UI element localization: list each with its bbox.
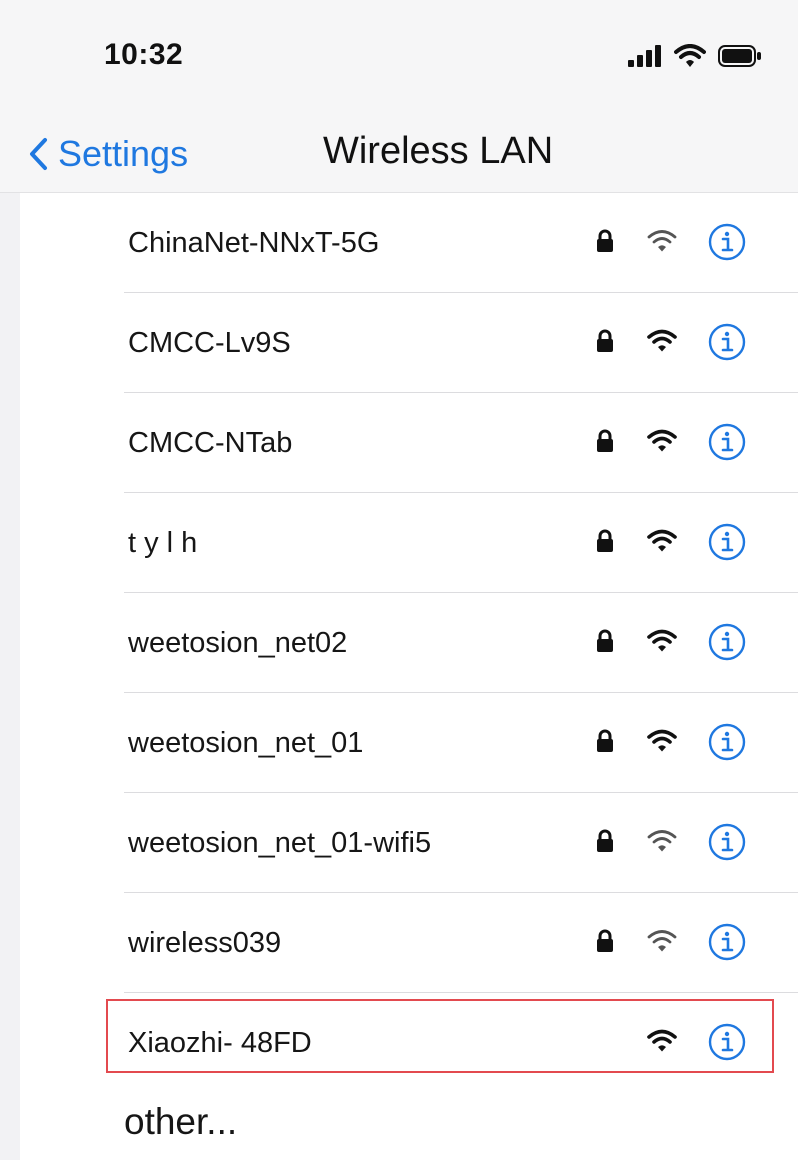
row-divider xyxy=(124,792,798,793)
network-row[interactable]: t y l h xyxy=(20,493,798,593)
network-row[interactable]: weetosion_net02 xyxy=(20,593,798,693)
network-name: Xiaozhi- 48FD xyxy=(128,1027,312,1059)
lock-icon xyxy=(596,329,614,353)
network-row[interactable]: weetosion_net_01-wifi5 xyxy=(20,793,798,893)
wifi-signal-icon xyxy=(647,729,677,753)
other-network-button[interactable]: other... xyxy=(20,1093,798,1160)
wifi-signal-icon xyxy=(647,329,677,353)
info-icon[interactable] xyxy=(708,623,746,661)
cellular-signal-icon xyxy=(628,45,661,67)
lock-icon xyxy=(596,229,614,253)
network-name: weetosion_net_01 xyxy=(128,727,364,759)
network-name: CMCC-Lv9S xyxy=(128,327,291,359)
wifi-signal-icon xyxy=(647,1029,677,1053)
network-name: t y l h xyxy=(128,527,198,559)
status-icons xyxy=(628,44,762,68)
status-time: 10:32 xyxy=(104,38,184,71)
lock-icon xyxy=(596,929,614,953)
info-icon[interactable] xyxy=(708,523,746,561)
network-name: wireless039 xyxy=(128,927,282,959)
page-title: Wireless LAN xyxy=(323,130,554,172)
lock-icon xyxy=(596,529,614,553)
row-divider xyxy=(124,892,798,893)
network-list: Xiaozhi- 48FD wireless039 weetosion_net_01… xyxy=(20,193,798,1160)
row-divider xyxy=(124,292,798,293)
network-name: ChinaNet-NNxT-5G xyxy=(128,227,380,259)
lock-icon xyxy=(596,429,614,453)
row-divider xyxy=(124,492,798,493)
row-divider xyxy=(124,992,798,993)
info-icon[interactable] xyxy=(708,323,746,361)
network-row[interactable]: wireless039 xyxy=(20,893,798,993)
network-row[interactable]: CMCC-NTab xyxy=(20,393,798,493)
network-name: weetosion_net02 xyxy=(128,627,348,659)
network-name: CMCC-NTab xyxy=(128,427,293,459)
wifi-signal-icon xyxy=(647,829,677,853)
network-row[interactable]: CMCC-Lv9S xyxy=(20,293,798,393)
network-row[interactable]: weetosion_net_01 xyxy=(20,693,798,793)
row-divider xyxy=(124,592,798,593)
lock-icon xyxy=(596,829,614,853)
status-bar: 10:32 xyxy=(0,0,798,118)
back-button-label: Settings xyxy=(58,133,189,174)
network-row[interactable]: Xiaozhi- 48FD xyxy=(20,993,798,1093)
info-icon[interactable] xyxy=(708,423,746,461)
info-icon[interactable] xyxy=(708,823,746,861)
wifi-signal-icon xyxy=(647,929,677,953)
chevron-left-icon xyxy=(30,138,47,170)
row-divider xyxy=(124,392,798,393)
network-list-area: Xiaozhi- 48FD wireless039 weetosion_net_01… xyxy=(0,193,798,1160)
back-button[interactable]: Settings xyxy=(28,126,188,182)
network-row[interactable]: ChinaNet-NNxT-5G xyxy=(20,193,798,293)
wifi-signal-icon xyxy=(647,229,677,253)
wifi-signal-icon xyxy=(647,529,677,553)
lock-icon xyxy=(596,729,614,753)
lock-icon xyxy=(596,629,614,653)
network-name: weetosion_net_01-wifi5 xyxy=(128,827,432,859)
navigation-bar: Settings Wireless LAN xyxy=(0,118,798,193)
info-icon[interactable] xyxy=(708,923,746,961)
info-icon[interactable] xyxy=(708,1023,746,1061)
wifi-status-icon xyxy=(674,44,706,67)
info-icon[interactable] xyxy=(708,223,746,261)
wifi-signal-icon xyxy=(647,429,677,453)
other-network-label: other... xyxy=(124,1101,238,1142)
info-icon[interactable] xyxy=(708,723,746,761)
wifi-signal-icon xyxy=(647,629,677,653)
battery-icon xyxy=(718,45,761,67)
row-divider xyxy=(124,692,798,693)
